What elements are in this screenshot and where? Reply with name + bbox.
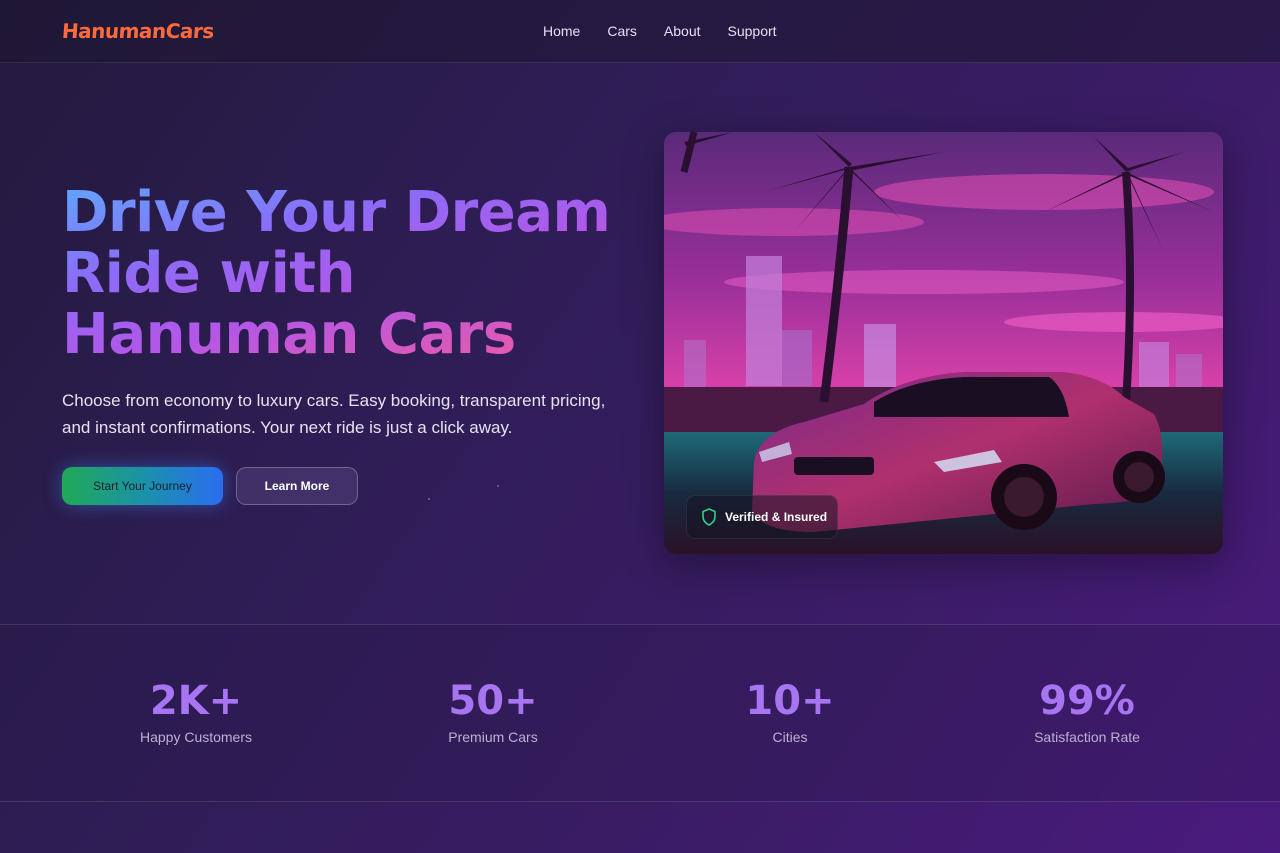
hero-title-line-3: Hanuman Cars xyxy=(62,302,516,367)
nav-home-link[interactable]: Home xyxy=(543,23,580,39)
stat-label: Cities xyxy=(772,729,808,745)
main-nav: Home Cars About Support xyxy=(543,23,777,39)
nav-cars-link[interactable]: Cars xyxy=(607,23,637,39)
hero-car-image xyxy=(664,132,1223,554)
learn-more-button[interactable]: Learn More xyxy=(236,467,358,505)
stat-premium-cars: 50+ Premium Cars xyxy=(373,677,613,745)
brand-logo[interactable]: HanumanCars xyxy=(61,19,214,43)
verified-badge-label: Verified & Insured xyxy=(725,510,828,524)
stat-label: Premium Cars xyxy=(448,729,538,745)
shield-icon xyxy=(701,508,717,526)
site-header: HanumanCars Home Cars About Support xyxy=(0,0,1280,63)
stat-happy-customers: 2K+ Happy Customers xyxy=(76,677,316,745)
decorative-dot xyxy=(428,498,430,500)
stat-value: 10+ xyxy=(745,678,835,724)
stat-satisfaction-rate: 99% Satisfaction Rate xyxy=(967,677,1207,745)
nav-support-link[interactable]: Support xyxy=(728,23,777,39)
hero-title: Drive Your Dream Ride with Hanuman Cars xyxy=(62,182,662,365)
stat-value: 99% xyxy=(1039,678,1135,724)
hero-title-line-2: Ride with xyxy=(62,241,355,306)
hero-title-line-1: Drive Your Dream xyxy=(62,180,611,245)
stats-section: 2K+ Happy Customers 50+ Premium Cars 10+… xyxy=(0,624,1280,802)
synthwave-car-illustration xyxy=(664,132,1223,554)
start-journey-button[interactable]: Start Your Journey xyxy=(62,467,223,505)
nav-about-link[interactable]: About xyxy=(664,23,701,39)
decorative-dot xyxy=(497,485,499,487)
stat-label: Happy Customers xyxy=(139,729,253,745)
stat-label: Satisfaction Rate xyxy=(1034,729,1140,745)
verified-badge: Verified & Insured xyxy=(686,495,838,539)
stat-value: 50+ xyxy=(448,678,538,724)
stat-value: 2K+ xyxy=(149,678,243,724)
stat-cities: 10+ Cities xyxy=(670,677,910,745)
hero-subtitle: Choose from economy to luxury cars. Easy… xyxy=(62,391,606,437)
